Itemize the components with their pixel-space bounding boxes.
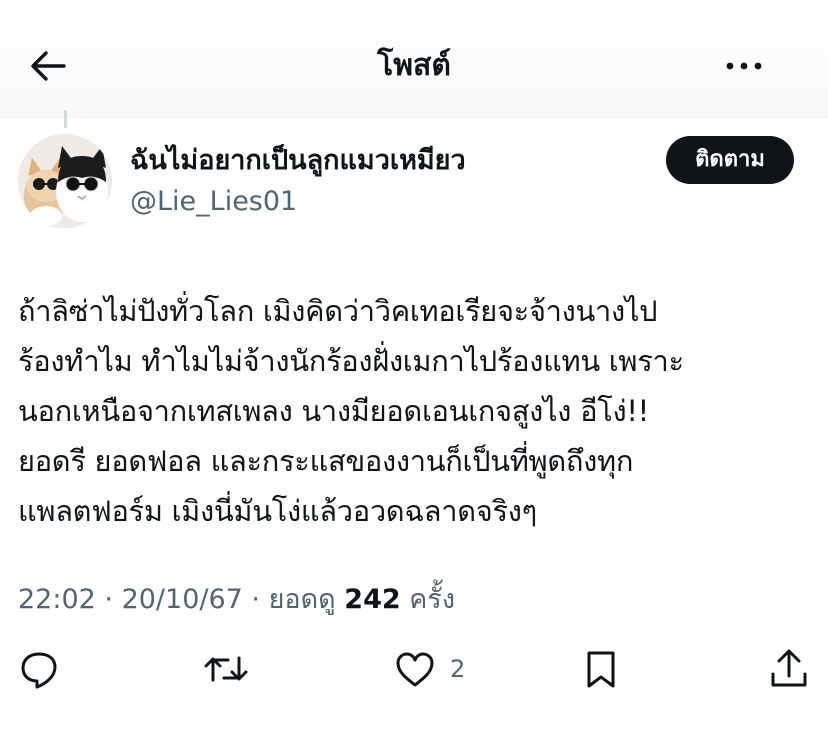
like-button[interactable] [394, 650, 436, 694]
top-navigation-bar: โพสต์ [0, 0, 828, 118]
post-text-line: ถ้าลิซ่าไม่ปังทั่วโลก เมิงคิดว่าวิคเทอเร… [18, 294, 658, 328]
share-upload-icon [771, 649, 807, 687]
cats-avatar-image [18, 134, 112, 228]
share-button[interactable] [768, 646, 810, 694]
more-options-button[interactable] [722, 46, 766, 86]
bookmark-icon [587, 651, 615, 688]
reply-bubble-icon [21, 652, 57, 689]
meta-separator: · [242, 584, 269, 615]
more-horizontal-icon [726, 62, 762, 70]
views-label: ยอดดู [268, 584, 336, 615]
post-date[interactable]: 20/10/67 [122, 584, 243, 615]
views-suffix: ครั้ง [409, 584, 455, 615]
thread-connector-line [64, 110, 67, 128]
post-text-line: ยอดรี ยอดฟอล และกระแสของงานก็เป็นที่พูดถ… [18, 444, 634, 478]
post-text-line: แพลตฟอร์ม เมิงนี่มันโง่แล้วอวดฉลาดจริงๆ [18, 494, 537, 528]
repost-icon [204, 656, 248, 682]
reply-button[interactable] [18, 648, 60, 694]
post-body: ถ้าลิซ่าไม่ปังทั่วโลก เมิงคิดว่าวิคเทอเร… [18, 286, 818, 536]
like-count[interactable]: 2 [450, 651, 465, 687]
views-count: 242 [344, 584, 401, 615]
post-metadata: 22:02 · 20/10/67 · ยอดดู 242 ครั้ง [18, 580, 455, 620]
author-display-name[interactable]: ฉันไม่อยากเป็นลูกแมวเหมียว [130, 142, 466, 180]
post-text-line: ร้องทำไม ทำไมไม่จ้างนักร้องฝั่งเมกาไปร้อ… [18, 344, 684, 378]
post-text-line: นอกเหนือจากเทสเพลง นางมียอดเอนเกจสูงไง อ… [18, 394, 649, 428]
follow-button[interactable]: ติดตาม [666, 136, 794, 184]
meta-separator: · [95, 584, 122, 615]
repost-button[interactable] [202, 648, 250, 694]
post-time[interactable]: 22:02 [18, 584, 96, 615]
bookmark-button[interactable] [582, 648, 620, 694]
author-handle[interactable]: @Lie_Lies01 [130, 184, 297, 220]
page-title: โพสต์ [377, 48, 451, 83]
heart-icon [396, 652, 434, 687]
avatar[interactable] [18, 134, 112, 228]
